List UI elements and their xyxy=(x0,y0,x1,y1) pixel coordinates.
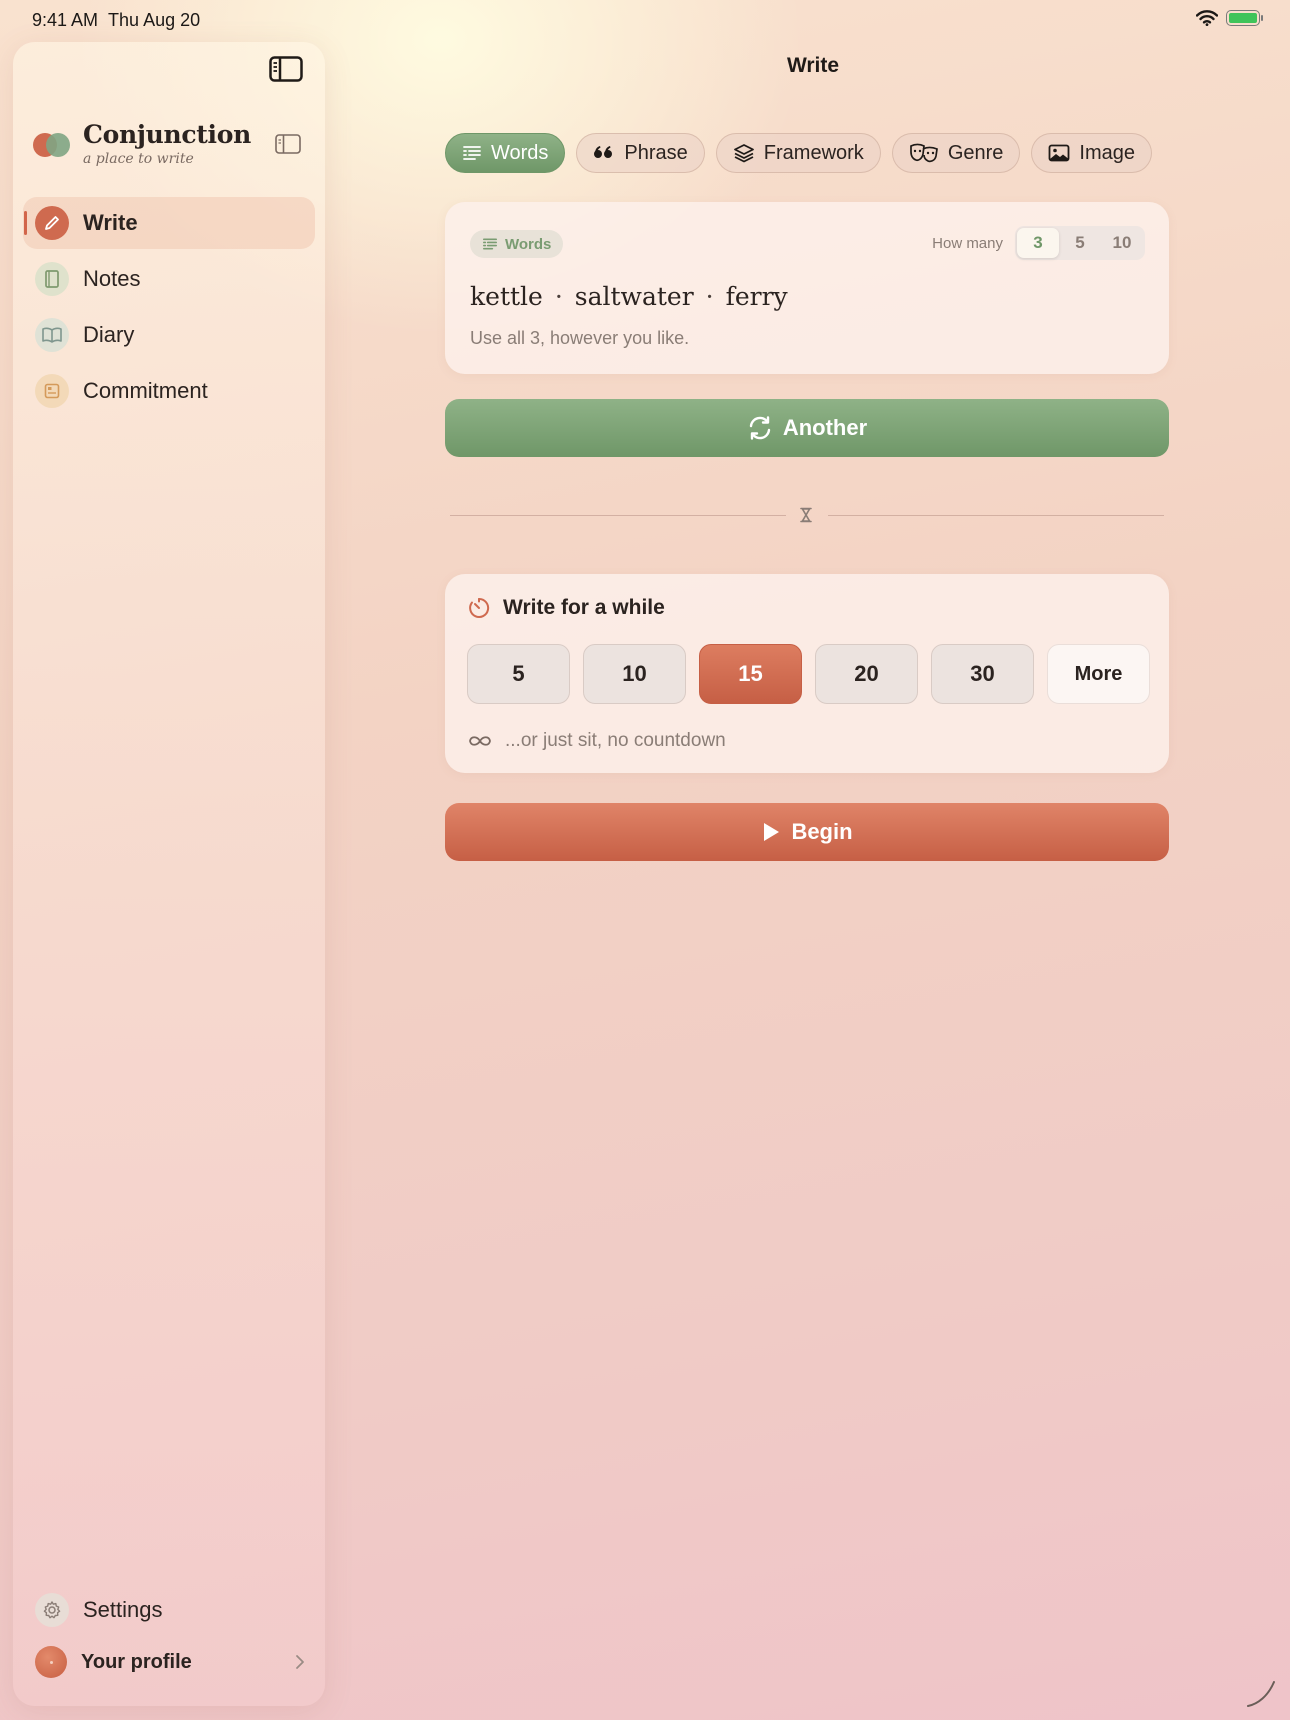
how-many-control: How many 3 5 10 xyxy=(932,226,1145,260)
duration-5-button[interactable]: 5 xyxy=(467,644,570,704)
sidebar-item-write[interactable]: Write xyxy=(23,197,315,249)
list-icon xyxy=(463,146,481,160)
prompt-type-tabs: Words Phrase Framework Genre Image xyxy=(445,133,1152,173)
notebook-icon xyxy=(35,262,69,296)
collapse-sidebar-icon[interactable] xyxy=(275,134,301,154)
avatar xyxy=(35,1646,67,1678)
tab-label: Framework xyxy=(763,141,864,164)
settings-button[interactable]: Settings xyxy=(23,1584,315,1636)
profile-label: Your profile xyxy=(81,1650,192,1673)
tab-phrase[interactable]: Phrase xyxy=(576,133,705,173)
prompt-hint: Use all 3, however you like. xyxy=(470,328,690,348)
prompt-badge-label: Words xyxy=(505,235,552,253)
theater-masks-icon xyxy=(909,143,938,163)
no-countdown-label: ...or just sit, no countdown xyxy=(505,730,726,751)
duration-options: 5 10 15 20 30 More xyxy=(467,644,1150,704)
status-time: 9:41 AM Thu Aug 20 xyxy=(32,10,200,31)
tab-label: Words xyxy=(491,141,549,164)
status-date: Thu Aug 20 xyxy=(108,10,201,30)
section-divider xyxy=(450,504,1164,526)
begin-label: Begin xyxy=(791,819,853,844)
more-durations-button[interactable]: More xyxy=(1047,644,1150,704)
sidebar-item-commitment[interactable]: Commitment xyxy=(23,365,315,417)
prompt-word: kettle xyxy=(470,282,543,311)
sidebar-nav: Write Notes Diary Commitment xyxy=(23,197,315,421)
profile-button[interactable]: Your profile xyxy=(23,1636,315,1688)
tab-words[interactable]: Words xyxy=(445,133,566,173)
sidebar-item-label: Write xyxy=(83,210,138,235)
tab-genre[interactable]: Genre xyxy=(891,133,1021,173)
page-title: Write xyxy=(786,54,840,77)
no-countdown-option[interactable]: ...or just sit, no countdown xyxy=(467,730,726,752)
sidebar-item-label: Commitment xyxy=(83,378,208,403)
chevron-right-icon xyxy=(296,1655,304,1669)
sidebar-item-diary[interactable]: Diary xyxy=(23,309,315,361)
count-option-5[interactable]: 5 xyxy=(1059,228,1101,258)
duration-30-button[interactable]: 30 xyxy=(931,644,1034,704)
brand-name: Conjunction xyxy=(83,120,251,149)
timer-title: Write for a while xyxy=(503,596,665,619)
pencil-scribble-icon xyxy=(1247,1681,1275,1707)
prompt-words: kettle · saltwater · ferry xyxy=(470,282,788,311)
timer-card: Write for a while 5 10 15 20 30 More ...… xyxy=(445,574,1169,773)
timer-header: Write for a while xyxy=(467,596,665,620)
duration-10-button[interactable]: 10 xyxy=(583,644,686,704)
infinity-icon xyxy=(469,736,491,746)
open-book-icon xyxy=(35,318,69,352)
brand: Conjunction a place to write xyxy=(33,120,251,167)
begin-button[interactable]: Begin xyxy=(445,803,1169,861)
status-clock: 9:41 AM xyxy=(32,10,99,30)
status-icons xyxy=(1196,10,1263,26)
prompt-card: Words How many 3 5 10 kettle · saltwater… xyxy=(445,202,1169,374)
list-icon xyxy=(483,238,497,250)
duration-20-button[interactable]: 20 xyxy=(815,644,918,704)
word-separator: · xyxy=(705,282,714,311)
tab-image[interactable]: Image xyxy=(1031,133,1152,173)
how-many-label: How many xyxy=(932,234,1003,252)
brand-logo-icon xyxy=(33,131,73,157)
sidebar-item-label: Diary xyxy=(83,322,135,347)
sidebar-item-notes[interactable]: Notes xyxy=(23,253,315,305)
duration-15-button[interactable]: 15 xyxy=(699,644,802,704)
wifi-icon xyxy=(1196,10,1218,26)
card-icon xyxy=(35,374,69,408)
image-icon xyxy=(1049,144,1070,162)
sidebar-toggle-icon[interactable] xyxy=(269,56,303,82)
count-segmented-control: 3 5 10 xyxy=(1015,226,1145,260)
prompt-word: saltwater xyxy=(574,282,694,311)
tab-framework[interactable]: Framework xyxy=(715,133,881,173)
word-separator: · xyxy=(554,282,563,311)
another-button[interactable]: Another xyxy=(445,399,1169,457)
count-option-3[interactable]: 3 xyxy=(1017,228,1059,258)
sidebar-item-label: Notes xyxy=(83,266,141,291)
hourglass-icon xyxy=(800,507,812,523)
layers-icon xyxy=(733,144,754,163)
timer-icon xyxy=(469,597,490,618)
tab-label: Genre xyxy=(947,141,1004,164)
quote-icon xyxy=(594,146,613,158)
play-icon xyxy=(764,823,780,841)
refresh-icon xyxy=(749,416,771,440)
brand-tagline: a place to write xyxy=(83,151,194,167)
battery-icon xyxy=(1226,10,1263,26)
prompt-badge: Words xyxy=(470,230,564,258)
pencil-icon xyxy=(35,206,69,240)
tab-label: Image xyxy=(1079,141,1135,164)
gear-icon xyxy=(35,1593,69,1627)
prompt-word: ferry xyxy=(725,282,788,311)
settings-label: Settings xyxy=(83,1597,163,1622)
another-label: Another xyxy=(782,415,868,440)
sidebar: Conjunction a place to write Write Notes… xyxy=(13,42,325,1706)
tab-label: Phrase xyxy=(624,141,688,164)
sidebar-bottom: Settings Your profile xyxy=(23,1584,315,1688)
status-bar: 9:41 AM Thu Aug 20 xyxy=(0,0,1290,40)
count-option-10[interactable]: 10 xyxy=(1101,228,1143,258)
